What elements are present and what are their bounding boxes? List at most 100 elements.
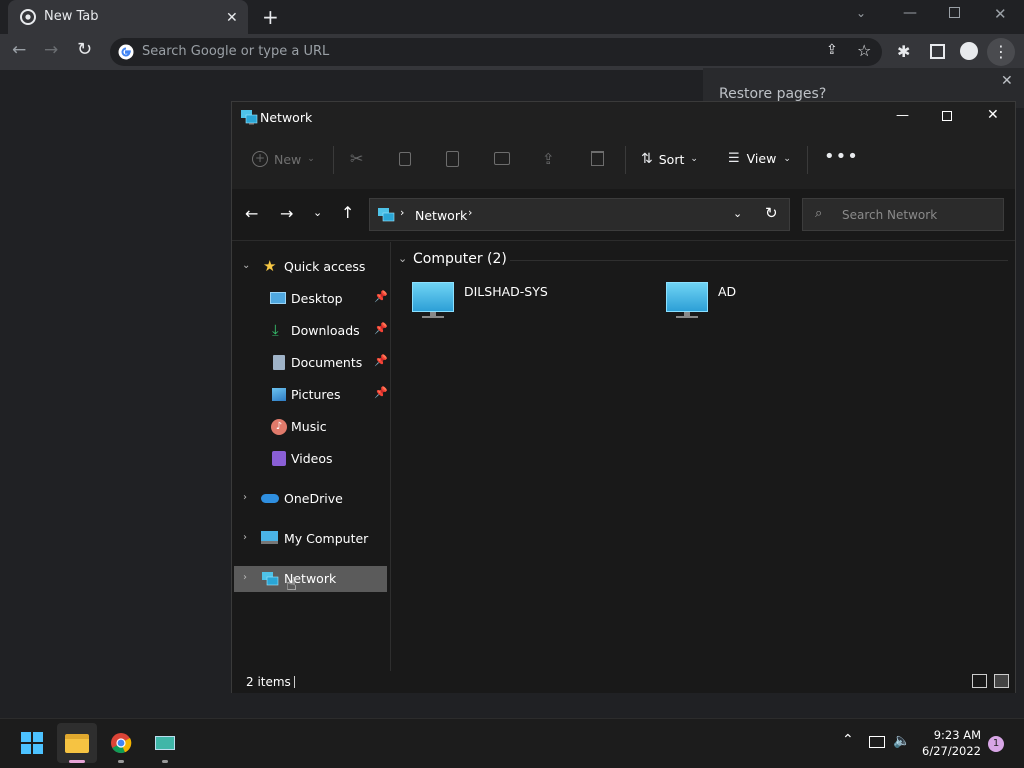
sort-label: Sort <box>658 151 685 167</box>
group-title: Computer (2) <box>413 251 507 267</box>
close-window-icon[interactable]: ✕ <box>994 5 1007 23</box>
network-icon <box>261 571 279 587</box>
omnibox[interactable]: Search Google or type a URL ⇪ ☆ <box>110 38 882 66</box>
music-folder-icon: ♪ <box>271 419 287 435</box>
network-icon <box>377 207 395 223</box>
tab-close-icon[interactable]: ✕ <box>226 10 238 26</box>
navigation-pane: ⌄ ★ Quick access Desktop 📌 ⤓ Downloads 📌… <box>232 242 391 672</box>
start-button[interactable] <box>12 723 52 763</box>
restore-icon[interactable] <box>949 7 960 18</box>
back-icon[interactable]: ← <box>12 40 26 60</box>
taskbar-chrome[interactable] <box>101 723 141 763</box>
taskbar-file-explorer[interactable] <box>57 723 97 763</box>
file-explorer-icon <box>65 733 89 753</box>
nav-desktop[interactable]: Desktop 📌 <box>234 286 388 312</box>
bookmark-star-icon[interactable]: ☆ <box>857 41 871 60</box>
nav-network[interactable]: › Network <box>234 566 387 592</box>
new-chevron-icon: ⌄ <box>307 154 315 164</box>
profile-avatar-icon[interactable] <box>960 42 978 60</box>
delete-icon[interactable] <box>591 151 604 166</box>
new-button[interactable]: + New ⌄ <box>252 151 315 167</box>
side-panel-icon[interactable] <box>930 44 945 59</box>
tab-search-icon[interactable]: ⌄ <box>856 6 866 20</box>
omnibox-placeholder: Search Google or type a URL <box>142 44 330 59</box>
clock-date[interactable]: 6/27/2022 <box>913 744 981 758</box>
notification-badge[interactable]: 1 <box>988 736 1004 752</box>
nav-downloads[interactable]: ⤓ Downloads 📌 <box>234 318 388 344</box>
nav-videos[interactable]: Videos <box>234 446 388 472</box>
forward-icon[interactable]: → <box>280 204 293 223</box>
explorer-maximize-icon[interactable] <box>942 111 952 121</box>
group-collapse-icon: ⌄ <box>398 252 408 265</box>
active-indicator <box>69 760 85 763</box>
rename-icon[interactable] <box>494 152 510 165</box>
reload-icon[interactable]: ↻ <box>77 39 92 60</box>
recent-locations-icon[interactable]: ⌄ <box>313 206 322 219</box>
network-item-ad[interactable]: AD <box>665 280 736 320</box>
status-divider <box>294 676 295 688</box>
nav-documents[interactable]: Documents 📌 <box>234 350 388 376</box>
network-status-icon[interactable] <box>869 736 885 748</box>
network-item-dilshad-sys[interactable]: DILSHAD-SYS <box>411 280 548 320</box>
nav-my-computer[interactable]: › My Computer <box>234 526 388 552</box>
cut-icon[interactable]: ✂ <box>350 149 363 168</box>
menu-kebab-icon[interactable]: ⋮ <box>987 38 1015 66</box>
forward-icon[interactable]: → <box>44 40 58 60</box>
nav-label: OneDrive <box>284 491 343 506</box>
view-label: View <box>746 151 777 166</box>
view-button[interactable]: ☰ View ⌄ <box>728 151 791 166</box>
pin-icon: 📌 <box>374 290 388 303</box>
breadcrumb-separator-icon: › <box>400 206 405 219</box>
view-chevron-icon: ⌄ <box>783 153 791 164</box>
share-icon[interactable]: ⇪ <box>826 42 838 58</box>
address-history-icon[interactable]: ⌄ <box>733 207 742 220</box>
details-view-icon[interactable] <box>972 674 987 688</box>
volume-icon[interactable]: 🔈 <box>893 733 910 749</box>
hand-cursor-icon: ☝ <box>286 574 297 595</box>
clock-time[interactable]: 9:23 AM <box>921 728 981 742</box>
explorer-minimize-icon[interactable]: — <box>896 108 909 123</box>
start-icon <box>21 732 43 754</box>
restore-close-icon[interactable]: ✕ <box>1001 73 1013 89</box>
paste-icon[interactable] <box>446 151 459 167</box>
nav-pictures[interactable]: Pictures 📌 <box>234 382 388 408</box>
onedrive-cloud-icon <box>261 494 279 503</box>
show-hidden-icons-icon[interactable]: ⌃ <box>842 732 854 748</box>
breadcrumb-network[interactable]: Network <box>415 208 467 223</box>
more-options-icon[interactable]: ••• <box>824 146 859 167</box>
search-box[interactable]: ⌕ Search Network <box>802 198 1004 231</box>
group-header[interactable]: ⌄ Computer (2) <box>398 250 1008 274</box>
computer-icon <box>665 280 709 320</box>
back-icon[interactable]: ← <box>245 204 258 223</box>
nav-music[interactable]: ♪ Music <box>234 414 388 440</box>
sort-chevron-icon: ⌄ <box>690 154 698 164</box>
taskbar-app[interactable] <box>145 723 185 763</box>
nav-onedrive[interactable]: › OneDrive <box>234 486 388 512</box>
group-divider <box>510 260 1008 261</box>
explorer-close-icon[interactable]: ✕ <box>987 107 999 123</box>
restore-pages-text: Restore pages? <box>719 86 827 102</box>
address-bar[interactable]: › Network › ⌄ ↻ <box>369 198 790 231</box>
tiles-view-icon[interactable] <box>994 674 1009 688</box>
nav-label: Desktop <box>291 291 343 306</box>
app-icon <box>155 736 175 750</box>
search-icon: ⌕ <box>815 206 823 221</box>
nav-quick-access[interactable]: ⌄ ★ Quick access <box>234 254 388 280</box>
nav-label: Pictures <box>291 387 341 402</box>
tab-title: New Tab <box>44 9 99 24</box>
command-bar: + New ⌄ ✂ ⇪ ⇅ Sort ⌄ ☰ View ⌄ ••• <box>232 132 1015 189</box>
star-icon: ★ <box>263 257 277 275</box>
google-g-icon <box>118 44 134 60</box>
up-icon[interactable]: ↑ <box>341 203 354 222</box>
minimize-icon[interactable]: — <box>903 5 917 21</box>
new-tab-button[interactable]: + <box>262 5 279 29</box>
sort-button[interactable]: ⇅ Sort ⌄ <box>641 151 698 167</box>
taskbar: ⌃ 🔈 9:23 AM 6/27/2022 1 <box>0 718 1024 768</box>
refresh-icon[interactable]: ↻ <box>765 204 778 222</box>
share-icon[interactable]: ⇪ <box>542 150 555 168</box>
new-label: New <box>274 151 302 167</box>
browser-tab[interactable]: New Tab ✕ <box>8 0 248 34</box>
extensions-icon[interactable]: ✱ <box>897 42 910 61</box>
copy-icon[interactable] <box>399 152 411 166</box>
computer-icon <box>411 280 455 320</box>
